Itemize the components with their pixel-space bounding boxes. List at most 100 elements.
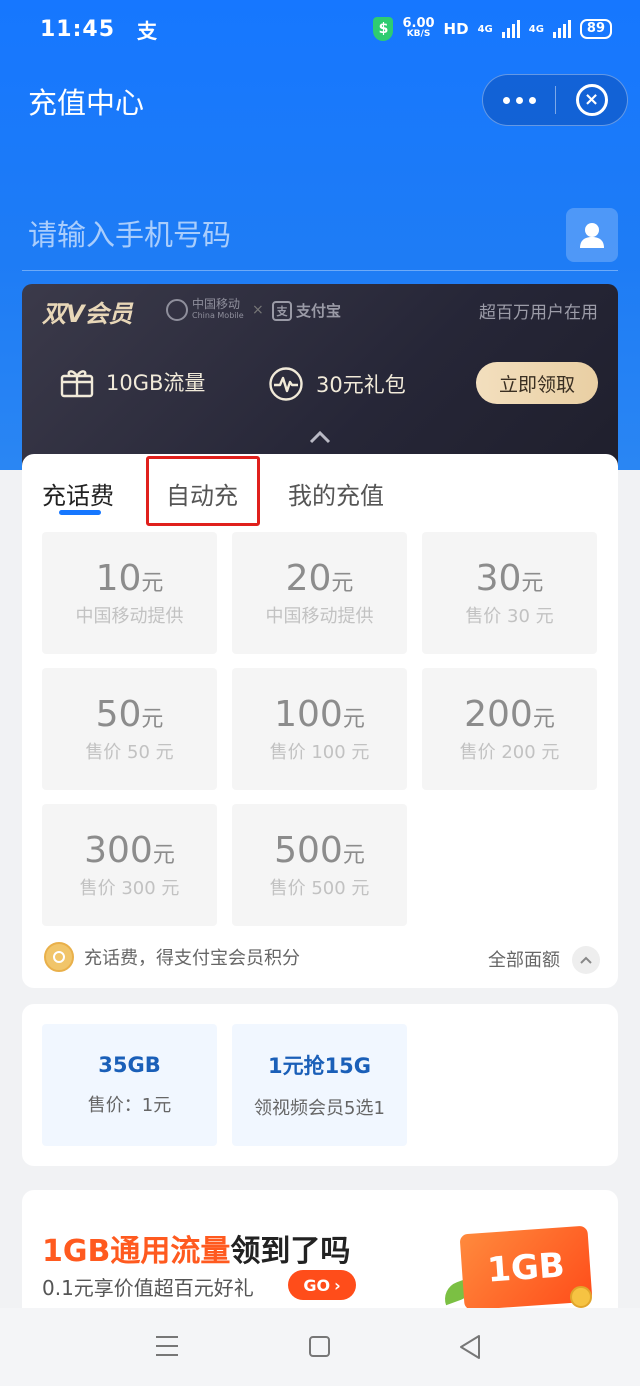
promo-subtitle: 0.1元享价值超百元好礼 (42, 1276, 254, 1300)
signal-strength-icon (501, 20, 520, 38)
amount-sub: 售价 50 元 (85, 742, 174, 763)
amount-value: 200 (464, 694, 533, 735)
contact-person-icon (580, 223, 604, 248)
vip-benefit-gift: 30元礼包 (268, 366, 406, 402)
china-mobile-icon (166, 299, 188, 321)
amount-sub: 售价 200 元 (459, 742, 560, 763)
data-package-title: 35GB (98, 1053, 161, 1077)
pulse-circle-icon (269, 367, 303, 401)
tab-phone-bill[interactable]: 充话费 (42, 476, 114, 511)
vip-benefit-gift-label: 30元礼包 (316, 373, 406, 397)
back-icon[interactable] (458, 1334, 482, 1360)
input-underline (22, 270, 618, 271)
home-icon[interactable] (309, 1336, 330, 1357)
vip-benefit-data-label: 10GB流量 (106, 371, 206, 395)
amount-value: 10 (95, 558, 142, 599)
contact-picker-button[interactable] (566, 208, 618, 262)
claim-now-button[interactable]: 立即领取 (476, 362, 598, 404)
amount-tile-50[interactable]: 50元 售价 50 元 (42, 668, 217, 790)
page-title: 充值中心 (28, 86, 145, 120)
data-promo-banner[interactable]: 1GB通用流量领到了吗 0.1元享价值超百元好礼 GO › 1GB (22, 1190, 618, 1310)
vip-user-count: 超百万用户在用 (479, 303, 598, 323)
amount-tile-300[interactable]: 300元 售价 300 元 (42, 804, 217, 926)
chevron-up-icon[interactable] (309, 430, 331, 444)
active-tab-indicator (59, 510, 101, 515)
partner-separator: × (252, 302, 264, 318)
collapse-button[interactable] (572, 946, 600, 974)
promo-headline-text: 领到了吗 (230, 1234, 351, 1269)
chevron-right-icon: › (334, 1275, 341, 1295)
sim2-label: 4G (528, 23, 544, 35)
amount-unit: 元 (331, 571, 354, 596)
tab-my-recharge[interactable]: 我的充值 (288, 476, 384, 511)
close-circle-icon: × (575, 84, 608, 116)
promo-go-label: GO (303, 1275, 331, 1295)
amount-tile-200[interactable]: 200元 售价 200 元 (422, 668, 597, 790)
amount-tile-10[interactable]: 10元 中国移动提供 (42, 532, 217, 654)
alipay-logo: 支 支付宝 (272, 300, 341, 321)
alipay-status-icon: 支 (137, 18, 158, 43)
vip-brand: 双V会员 (42, 300, 133, 328)
amount-sub: 中国移动提供 (265, 606, 374, 627)
amount-value: 30 (475, 558, 522, 599)
data-package-sub: 领视频会员5选1 (254, 1098, 385, 1119)
amount-unit: 元 (342, 843, 365, 868)
amount-value: 500 (274, 830, 343, 871)
promo-headline-highlight: 1GB通用流量 (42, 1234, 231, 1269)
member-points-text: 充话费，得支付宝会员积分 (84, 948, 300, 969)
data-package-title: 1元抢15G (267, 1054, 372, 1078)
member-points-row: 充话费，得支付宝会员积分 (44, 942, 300, 972)
status-indicators: $ 6.00 KB/S HD 4G 4G 89 (373, 17, 612, 41)
mini-program-capsule: × (482, 74, 628, 126)
amount-unit: 元 (521, 571, 544, 596)
vip-benefit-data: 10GB流量 (60, 366, 205, 398)
data-package-sub: 售价：1元 (87, 1095, 172, 1116)
auto-recharge-highlight (146, 456, 260, 526)
amount-unit: 元 (141, 571, 164, 596)
amount-value: 300 (84, 830, 153, 871)
promo-go-button[interactable]: GO › (288, 1270, 356, 1300)
all-denominations-link[interactable]: 全部面额 (488, 946, 560, 972)
amount-unit: 元 (532, 707, 555, 732)
sim1-label: 4G (477, 23, 493, 35)
more-dots-icon[interactable] (483, 75, 555, 125)
network-speed-value: 6.00 (402, 16, 435, 31)
security-shield-icon: $ (373, 17, 394, 41)
data-package-tile[interactable]: 1元抢15G 领视频会员5选1 (232, 1024, 407, 1146)
promo-headline: 1GB通用流量领到了吗 (42, 1226, 350, 1270)
network-speed-unit: KB/S (406, 29, 431, 39)
status-time: 11:45 (40, 16, 116, 42)
recharge-panel: 充话费 自动充 我的充值 10元 中国移动提供 20元 中国移动提供 30元 售… (22, 454, 618, 988)
amount-value: 100 (274, 694, 343, 735)
alipay-icon: 支 (272, 300, 292, 321)
amount-unit: 元 (152, 843, 175, 868)
amount-tile-500[interactable]: 500元 售价 500 元 (232, 804, 407, 926)
amount-tile-20[interactable]: 20元 中国移动提供 (232, 532, 407, 654)
network-speed: 6.00 KB/S (402, 16, 435, 40)
phone-number-input[interactable] (28, 206, 548, 264)
amount-sub: 售价 500 元 (269, 878, 370, 899)
gift-box-icon (60, 370, 94, 398)
alipay-name: 支付宝 (296, 302, 342, 320)
china-mobile-logo: 中国移动 China Mobile (166, 298, 244, 322)
system-nav-bar (0, 1308, 640, 1386)
china-mobile-name: 中国移动 (192, 297, 241, 311)
promo-ticket-label: 1GB (485, 1245, 567, 1291)
amount-sub: 售价 100 元 (269, 742, 370, 763)
points-coin-icon (44, 942, 74, 972)
data-package-tile[interactable]: 35GB 售价：1元 (42, 1024, 217, 1146)
signal-strength-icon-2 (552, 20, 571, 38)
battery-indicator: 89 (579, 19, 612, 39)
close-button[interactable]: × (556, 84, 627, 116)
amount-value: 50 (95, 694, 142, 735)
amount-tile-100[interactable]: 100元 售价 100 元 (232, 668, 407, 790)
status-bar: 11:45 支 $ 6.00 KB/S HD 4G 4G 89 (0, 0, 640, 58)
china-mobile-name-en: China Mobile (192, 311, 244, 320)
hd-indicator: HD (443, 20, 469, 38)
recent-apps-icon[interactable] (156, 1336, 178, 1356)
chevron-up-icon (580, 956, 592, 964)
amount-sub: 中国移动提供 (75, 606, 184, 627)
amount-unit: 元 (141, 707, 164, 732)
amount-tile-30[interactable]: 30元 售价 30 元 (422, 532, 597, 654)
amount-value: 20 (285, 558, 332, 599)
